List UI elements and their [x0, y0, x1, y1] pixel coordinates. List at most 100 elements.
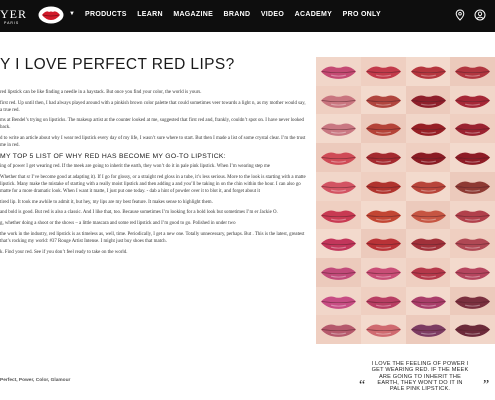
article-tags[interactable]: Perfect, Power, Color, Glamour	[0, 378, 70, 383]
article-title: Y I LOVE PERFECT RED LIPS?	[0, 56, 235, 73]
brand-logo-text[interactable]: YER	[0, 7, 27, 22]
lips-icon	[410, 296, 446, 309]
lips-icon	[410, 152, 446, 165]
lip-swatch	[360, 315, 406, 344]
lips-icon	[410, 95, 446, 108]
lips-icon	[455, 209, 491, 223]
chevron-down-icon[interactable]: ▼	[69, 11, 75, 17]
lips-icon	[410, 123, 446, 137]
lip-swatch	[405, 143, 451, 172]
lips-icon	[455, 66, 491, 79]
lips-icon	[455, 267, 491, 280]
article-body: red lipstick can be like finding a needl…	[0, 90, 306, 261]
menu-item-video[interactable]: VIDEO	[261, 11, 284, 18]
lips-icon	[455, 296, 491, 309]
lips-icon	[365, 267, 401, 280]
lip-swatch	[360, 143, 406, 172]
lip-swatch	[316, 171, 361, 201]
lip-swatch	[360, 57, 406, 86]
lips-icon	[365, 181, 401, 194]
lip-swatch	[405, 286, 451, 316]
brand-logo-subtext: PARIS	[4, 21, 20, 25]
lips-icon	[365, 324, 401, 338]
lips-icon	[320, 95, 357, 108]
lip-swatch	[450, 57, 495, 86]
pull-quote: I LOVE THE FEELING OF POWER I GET WEARIN…	[371, 361, 469, 393]
lip-swatch	[360, 171, 406, 201]
lip-swatch	[450, 286, 495, 316]
menu-item-magazine[interactable]: MAGAZINE	[173, 11, 213, 18]
lip-swatch	[450, 143, 495, 172]
lip-swatch	[360, 114, 406, 144]
menu-item-products[interactable]: PRODUCTS	[85, 11, 127, 18]
lips-icon	[455, 95, 491, 108]
lip-swatch	[405, 257, 451, 287]
lip-swatch	[450, 171, 495, 201]
lips-icon	[410, 66, 446, 79]
lip-swatch	[450, 85, 495, 115]
lip-swatch	[405, 85, 451, 115]
lip-swatch	[450, 114, 495, 144]
paragraph: d to write an article about why I wear r…	[0, 136, 306, 148]
section-heading: MY TOP 5 LIST OF WHY RED HAS BECOME MY G…	[0, 152, 226, 160]
paragraph: tired lip. It took me awhile to admit it…	[0, 199, 213, 205]
lip-swatch	[316, 257, 361, 287]
lips-icon	[455, 181, 491, 194]
lip-swatch	[316, 200, 361, 230]
lip-swatch	[405, 114, 451, 144]
lips-icon	[365, 209, 401, 223]
menu-item-learn[interactable]: LEARN	[137, 11, 163, 18]
lips-icon	[455, 123, 491, 137]
lip-swatch-grid	[316, 57, 495, 344]
lip-swatch	[405, 229, 451, 258]
paragraph: and bold is good. But red is also a clas…	[0, 210, 278, 216]
paragraph: first red. Up until then, I had always p…	[0, 100, 306, 113]
menu-item-academy[interactable]: ACADEMY	[295, 11, 333, 18]
lips-icon	[410, 181, 446, 194]
lips-icon	[320, 66, 357, 79]
lips-icon	[320, 152, 357, 165]
paragraph: red lipstick can be like finding a needl…	[0, 90, 202, 95]
close-quote-mark: ”	[483, 378, 490, 393]
lips-icon	[365, 66, 401, 79]
lip-swatch	[405, 171, 451, 201]
lip-swatch	[450, 315, 495, 344]
lip-swatch	[316, 229, 361, 258]
location-pin-icon[interactable]	[454, 9, 466, 21]
paragraph: k. Find your red. See if you don’t feel …	[0, 249, 128, 255]
menu-item-pro-only[interactable]: PRO ONLY	[343, 11, 381, 18]
lips-icon	[410, 209, 446, 223]
lips-icon	[455, 152, 491, 165]
lips-icon	[320, 181, 357, 194]
lips-icon	[320, 238, 357, 252]
lips-icon	[320, 324, 357, 338]
lip-swatch	[450, 229, 495, 258]
menu-item-brand[interactable]: BRAND	[224, 11, 251, 18]
lip-swatch	[316, 114, 361, 144]
lip-swatch	[360, 286, 406, 316]
lips-icon	[365, 152, 401, 165]
paragraph: Whether that sr I’ve become good at adap…	[0, 175, 306, 194]
lip-swatch	[360, 200, 406, 230]
lip-swatch	[405, 315, 451, 344]
lips-icon	[320, 296, 357, 309]
lips-logo-icon[interactable]	[38, 6, 64, 24]
lips-icon	[365, 296, 401, 309]
user-icon[interactable]	[474, 9, 486, 21]
lip-swatch	[450, 257, 495, 287]
lips-icon	[320, 123, 357, 137]
lip-swatch	[316, 143, 361, 172]
lips-icon	[320, 209, 357, 223]
main-menu: PRODUCTS LEARN MAGAZINE BRAND VIDEO ACAD…	[85, 11, 391, 18]
lips-icon	[455, 324, 491, 338]
lip-swatch	[405, 200, 451, 230]
lips-icon	[410, 238, 446, 252]
paragraph: ms at Bendel’s trying on lipsticks. The …	[0, 118, 305, 131]
paragraph: g, whether doing a shoot or the shows – …	[0, 221, 236, 227]
lip-swatch	[316, 57, 361, 86]
lip-swatch	[360, 257, 406, 287]
lip-swatch	[316, 85, 361, 115]
lips-icon	[365, 238, 401, 252]
paragraph: ing of power I get wearing red. If the m…	[0, 164, 270, 170]
lips-icon	[365, 123, 401, 137]
